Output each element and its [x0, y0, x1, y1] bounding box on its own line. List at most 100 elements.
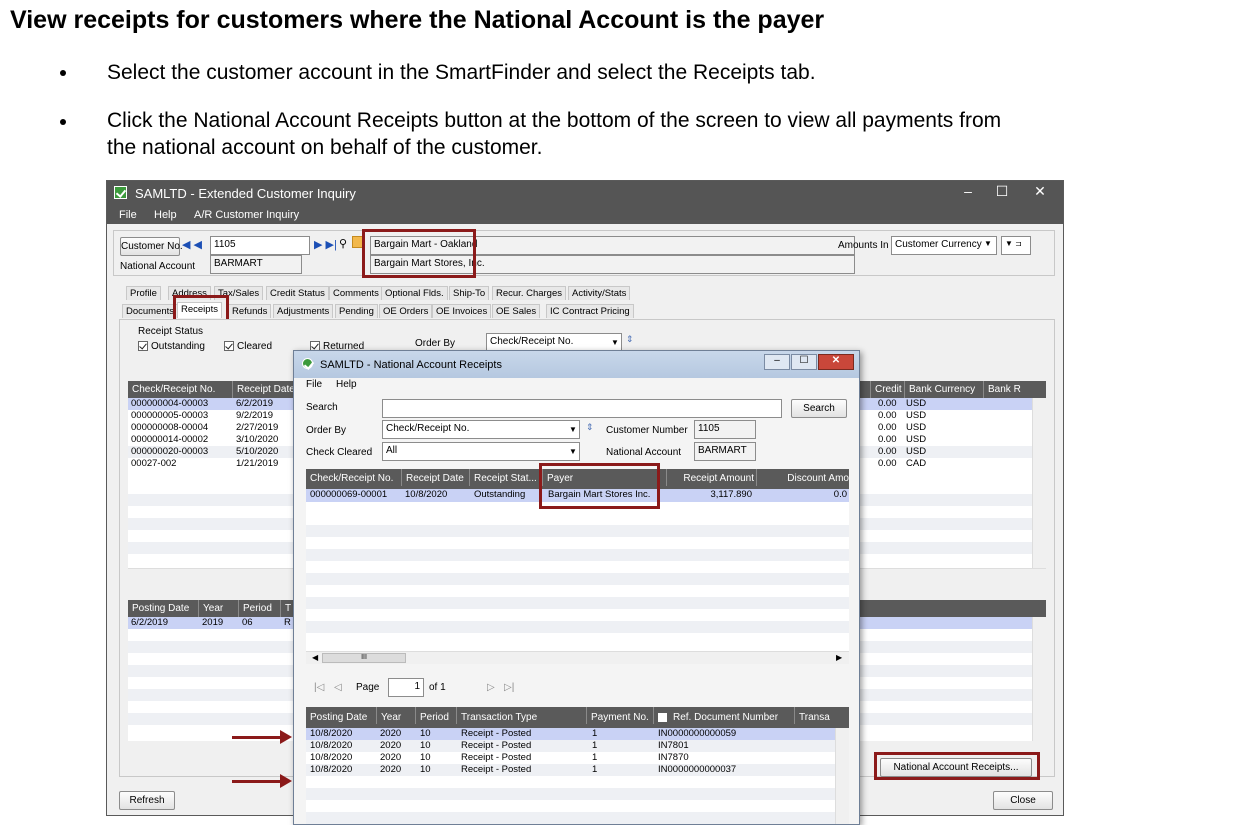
- check-cleared-select[interactable]: All: [382, 442, 580, 461]
- table-row[interactable]: 10/8/2020 2020 10 Receipt - Posted 1 IN000000…: [306, 764, 849, 776]
- col-transaction-type[interactable]: T: [280, 600, 291, 617]
- tab-activity-stats[interactable]: Activity/Stats: [568, 286, 631, 300]
- tab-profile[interactable]: Profile: [126, 286, 161, 300]
- scroll-thumb[interactable]: III: [322, 653, 406, 663]
- tab-recur-charges[interactable]: Recur. Charges: [492, 286, 567, 300]
- col-transaction[interactable]: Transa: [794, 707, 830, 724]
- column-chooser-dropdown[interactable]: ▼ ⊐: [1001, 236, 1031, 255]
- nav-next-last-icon[interactable]: ▶ ▶|: [314, 238, 337, 251]
- customer-number-field: 1105: [694, 420, 756, 439]
- cleared-checkbox[interactable]: Cleared: [224, 341, 272, 352]
- chevron-down-icon[interactable]: ▼: [984, 239, 992, 248]
- col-payment-no[interactable]: Payment No.: [586, 707, 649, 724]
- col-receipt-date[interactable]: Receipt Date: [232, 381, 295, 398]
- col-transaction-type[interactable]: Transaction Type: [456, 707, 537, 724]
- col-posting-date[interactable]: Posting Date: [128, 600, 189, 617]
- popup-grid: 000000069-00001 10/8/2020 Outstanding Ba…: [306, 489, 849, 651]
- chevron-down-icon[interactable]: ▼: [569, 425, 577, 434]
- col-posting-date[interactable]: Posting Date: [306, 707, 367, 724]
- receipt-status-label: Receipt Status: [138, 326, 204, 337]
- annotation-arrow: [232, 730, 292, 744]
- vertical-scrollbar[interactable]: [835, 728, 849, 824]
- col-bank-currency[interactable]: Bank Currency: [904, 381, 975, 398]
- minimize-icon[interactable]: –: [764, 354, 790, 370]
- col-check-receipt-no[interactable]: Check/Receipt No.: [128, 381, 215, 398]
- maximize-icon[interactable]: ☐: [987, 183, 1017, 200]
- close-icon[interactable]: ✕: [1025, 183, 1055, 200]
- tab-comments[interactable]: Comments: [329, 286, 383, 300]
- finder-icon[interactable]: ⚲: [339, 237, 347, 250]
- app-icon: [302, 358, 313, 369]
- col-receipt-status[interactable]: Receipt Stat...: [469, 469, 537, 486]
- maximize-icon[interactable]: ☐: [791, 354, 817, 370]
- close-button[interactable]: Close: [993, 791, 1053, 810]
- col-year[interactable]: Year: [198, 600, 223, 617]
- col-period[interactable]: Period: [238, 600, 272, 617]
- close-icon[interactable]: ✕: [818, 354, 854, 370]
- col-year[interactable]: Year: [376, 707, 401, 724]
- amounts-in-select[interactable]: Customer Currency: [891, 236, 997, 255]
- tab-pending[interactable]: Pending: [335, 304, 378, 318]
- chevron-down-icon[interactable]: ▼: [569, 447, 577, 456]
- menu-file[interactable]: File: [119, 209, 137, 221]
- table-row[interactable]: 10/8/2020 2020 10 Receipt - Posted 1 IN7870: [306, 752, 849, 764]
- chevron-down-icon[interactable]: ▼: [611, 338, 619, 347]
- col-receipt-date[interactable]: Receipt Date: [401, 469, 464, 486]
- check-cleared-label: Check Cleared: [306, 447, 373, 458]
- customer-no-input[interactable]: 1105: [210, 236, 310, 255]
- col-credit[interactable]: Credit: [870, 381, 902, 398]
- col-receipt-amount[interactable]: Receipt Amount: [666, 469, 754, 486]
- vertical-scrollbar[interactable]: [1032, 398, 1046, 568]
- scroll-right-icon[interactable]: ▶: [836, 653, 842, 662]
- tab-refunds[interactable]: Refunds: [228, 304, 272, 318]
- tab-ic-contract-pricing[interactable]: IC Contract Pricing: [546, 304, 634, 318]
- table-row[interactable]: 10/8/2020 2020 10 Receipt - Posted 1 IN7801: [306, 740, 849, 752]
- minimize-icon[interactable]: –: [953, 183, 983, 199]
- col-ref-document-number[interactable]: Ref. Document Number: [653, 707, 778, 724]
- national-account-field: BARMART: [210, 255, 302, 274]
- menu-help[interactable]: Help: [154, 209, 177, 221]
- sort-arrows-icon[interactable]: ⇕: [586, 422, 594, 433]
- finder-icon[interactable]: [658, 712, 667, 722]
- col-discount-amount[interactable]: Discount Amo: [756, 469, 849, 486]
- popup-title: SAMLTD - National Account Receipts: [320, 359, 502, 371]
- vertical-scrollbar[interactable]: [1032, 617, 1046, 741]
- order-by-select[interactable]: Check/Receipt No.: [382, 420, 580, 439]
- tab-oe-invoices[interactable]: OE Invoices: [432, 304, 492, 318]
- refresh-button[interactable]: Refresh: [119, 791, 175, 810]
- menu-help[interactable]: Help: [336, 379, 357, 390]
- col-bank-rate[interactable]: Bank R: [983, 381, 1021, 398]
- search-input[interactable]: [382, 399, 782, 418]
- first-page-icon[interactable]: |◁: [314, 682, 324, 693]
- window-title: SAMLTD - Extended Customer Inquiry: [135, 186, 356, 201]
- prev-page-icon[interactable]: ◁: [334, 682, 342, 693]
- order-by-label: Order By: [306, 425, 347, 436]
- page-number-input[interactable]: 1: [388, 678, 424, 697]
- highlight-national-receipts-button: [874, 752, 1040, 780]
- menu-file[interactable]: File: [306, 379, 322, 390]
- outstanding-checkbox[interactable]: Outstanding: [138, 341, 205, 352]
- scroll-left-icon[interactable]: ◀: [312, 653, 318, 662]
- table-row[interactable]: 10/8/2020 2020 10 Receipt - Posted 1 IN000000…: [306, 728, 849, 740]
- tab-ship-to[interactable]: Ship-To: [449, 286, 490, 300]
- detail-grid-header: Posting Date Year Period Transaction Typ…: [306, 707, 849, 728]
- nav-first-prev-icon[interactable]: ◀ ◀: [182, 238, 202, 251]
- tab-optional-fields[interactable]: Optional Flds.: [381, 286, 448, 300]
- tab-oe-orders[interactable]: OE Orders: [379, 304, 433, 318]
- col-check-receipt-no[interactable]: Check/Receipt No.: [306, 469, 393, 486]
- customer-no-finder-button[interactable]: Customer No.: [120, 237, 183, 256]
- search-button[interactable]: Search: [791, 399, 847, 418]
- sort-arrows-icon[interactable]: ⇕: [626, 334, 634, 345]
- last-page-icon[interactable]: ▷|: [504, 682, 514, 693]
- tab-documents[interactable]: Documents: [122, 304, 179, 318]
- menu-ar-customer-inquiry[interactable]: A/R Customer Inquiry: [194, 209, 299, 221]
- bullet-text-1: Select the customer account in the Smart…: [107, 61, 816, 84]
- app-icon: [114, 186, 127, 199]
- detail-grid: 10/8/2020 2020 10 Receipt - Posted 1 IN000000…: [306, 728, 849, 824]
- col-period[interactable]: Period: [415, 707, 449, 724]
- horizontal-scrollbar[interactable]: ◀ III ▶: [306, 651, 849, 664]
- tab-oe-sales[interactable]: OE Sales: [492, 304, 541, 318]
- tab-adjustments[interactable]: Adjustments: [273, 304, 334, 318]
- next-page-icon[interactable]: ▷: [487, 682, 495, 693]
- tab-credit-status[interactable]: Credit Status: [266, 286, 329, 300]
